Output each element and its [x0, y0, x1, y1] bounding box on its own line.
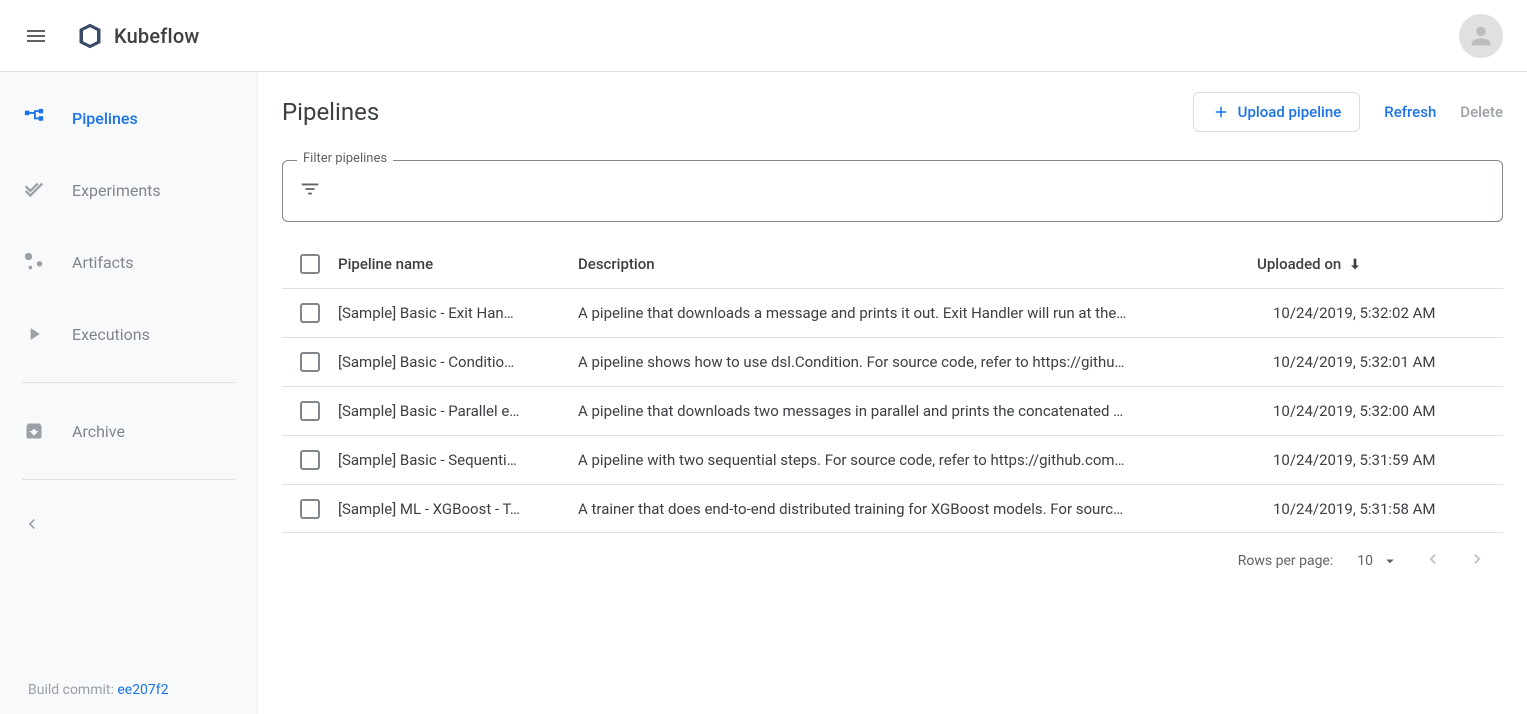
sidebar-item-label: Executions [72, 325, 150, 344]
hamburger-icon [24, 24, 48, 48]
sidebar-item-label: Artifacts [72, 253, 134, 272]
filter-input[interactable] [333, 183, 1486, 200]
pipeline-name-cell[interactable]: [Sample] ML - XGBoost - T… [338, 500, 578, 518]
col-header-uploaded[interactable]: Uploaded on [1257, 255, 1487, 273]
toolbar: Pipelines Upload pipeline Refresh Delete [282, 72, 1503, 152]
upload-pipeline-button[interactable]: Upload pipeline [1193, 92, 1361, 132]
pagination: Rows per page: 10 [282, 533, 1503, 589]
filter-box[interactable]: Filter pipelines [282, 160, 1503, 222]
executions-icon [22, 322, 46, 346]
pipeline-desc-cell: A pipeline that downloads a message and … [578, 304, 1273, 322]
pipeline-date-cell: 10/24/2019, 5:31:59 AM [1273, 451, 1503, 469]
person-icon [1467, 22, 1495, 50]
build-commit-prefix: Build commit: [28, 682, 117, 698]
pipeline-name-cell[interactable]: [Sample] Basic - Conditio… [338, 353, 578, 371]
plus-icon [1212, 103, 1230, 121]
pipeline-desc-cell: A pipeline with two sequential steps. Fo… [578, 451, 1273, 469]
sidebar-item-label: Pipelines [72, 109, 138, 128]
experiments-icon [22, 178, 46, 202]
col-header-name[interactable]: Pipeline name [338, 255, 578, 273]
prev-page-button[interactable] [1423, 549, 1443, 573]
refresh-button[interactable]: Refresh [1384, 103, 1436, 121]
pipeline-date-cell: 10/24/2019, 5:32:00 AM [1273, 402, 1503, 420]
chevron-right-icon [1467, 549, 1487, 569]
row-checkbox[interactable] [300, 450, 320, 470]
pipeline-desc-cell: A pipeline that downloads two messages i… [578, 402, 1273, 420]
table-row[interactable]: [Sample] ML - XGBoost - T…A trainer that… [282, 484, 1503, 533]
main-content: Pipelines Upload pipeline Refresh Delete… [258, 72, 1527, 714]
chevron-left-icon [1423, 549, 1443, 569]
row-checkbox[interactable] [300, 401, 320, 421]
dropdown-icon [1381, 552, 1399, 570]
build-commit: Build commit: ee207f2 [28, 682, 169, 698]
pipeline-desc-cell: A pipeline shows how to use dsl.Conditio… [578, 353, 1273, 371]
table-header: Pipeline name Description Uploaded on [282, 240, 1503, 288]
row-checkbox[interactable] [300, 303, 320, 323]
sidebar-item-executions[interactable]: Executions [0, 310, 257, 358]
table-body[interactable]: [Sample] Basic - Exit Han…A pipeline tha… [282, 288, 1503, 533]
pipeline-date-cell: 10/24/2019, 5:31:58 AM [1273, 500, 1503, 518]
next-page-button[interactable] [1467, 549, 1487, 573]
sidebar-item-artifacts[interactable]: Artifacts [0, 238, 257, 286]
artifacts-icon [22, 250, 46, 274]
pipeline-date-cell: 10/24/2019, 5:32:01 AM [1273, 353, 1503, 371]
pipeline-date-cell: 10/24/2019, 5:32:02 AM [1273, 304, 1503, 322]
sidebar-item-experiments[interactable]: Experiments [0, 166, 257, 214]
app-name: Kubeflow [114, 24, 199, 48]
table-row[interactable]: [Sample] Basic - Parallel e…A pipeline t… [282, 386, 1503, 435]
menu-button[interactable] [16, 16, 56, 56]
table-row[interactable]: [Sample] Basic - Sequenti…A pipeline wit… [282, 435, 1503, 484]
upload-label: Upload pipeline [1238, 103, 1342, 121]
sidebar-item-label: Experiments [72, 181, 161, 200]
collapse-sidebar-button[interactable] [0, 504, 257, 544]
pipeline-name-cell[interactable]: [Sample] Basic - Sequenti… [338, 451, 578, 469]
pipeline-name-cell[interactable]: [Sample] Basic - Parallel e… [338, 402, 578, 420]
sidebar-item-archive[interactable]: Archive [0, 407, 257, 455]
table-row[interactable]: [Sample] Basic - Conditio…A pipeline sho… [282, 337, 1503, 386]
build-commit-link[interactable]: ee207f2 [117, 682, 168, 698]
nav-divider [22, 382, 235, 383]
delete-button: Delete [1460, 103, 1503, 121]
sidebar-item-pipelines[interactable]: Pipelines [0, 94, 257, 142]
pipeline-desc-cell: A trainer that does end-to-end distribut… [578, 500, 1273, 518]
archive-icon [22, 419, 46, 443]
rows-per-page-label: Rows per page: [1238, 553, 1333, 569]
row-checkbox[interactable] [300, 499, 320, 519]
row-checkbox[interactable] [300, 352, 320, 372]
user-avatar[interactable] [1459, 14, 1503, 58]
select-all-checkbox[interactable] [300, 254, 320, 274]
logo[interactable]: Kubeflow [76, 22, 199, 50]
filter-icon [299, 178, 321, 204]
col-header-uploaded-label: Uploaded on [1257, 255, 1341, 273]
sidebar-item-label: Archive [72, 422, 125, 441]
rows-per-page-value: 10 [1357, 553, 1373, 569]
page-title: Pipelines [282, 98, 379, 126]
nav-divider [22, 479, 235, 480]
rows-per-page-select[interactable]: 10 [1357, 552, 1399, 570]
sidebar: Pipelines Experiments Artifacts Executio… [0, 72, 258, 714]
pipelines-icon [22, 106, 46, 130]
sort-descending-icon [1347, 256, 1363, 272]
table-row[interactable]: [Sample] Basic - Exit Han…A pipeline tha… [282, 288, 1503, 337]
pipeline-name-cell[interactable]: [Sample] Basic - Exit Han… [338, 304, 578, 322]
col-header-description[interactable]: Description [578, 255, 1257, 273]
filter-label: Filter pipelines [297, 151, 393, 166]
header: Kubeflow [0, 0, 1527, 72]
chevron-left-icon [22, 514, 42, 534]
kubeflow-logo-icon [76, 22, 104, 50]
pipelines-table: Pipeline name Description Uploaded on [S… [282, 240, 1503, 533]
